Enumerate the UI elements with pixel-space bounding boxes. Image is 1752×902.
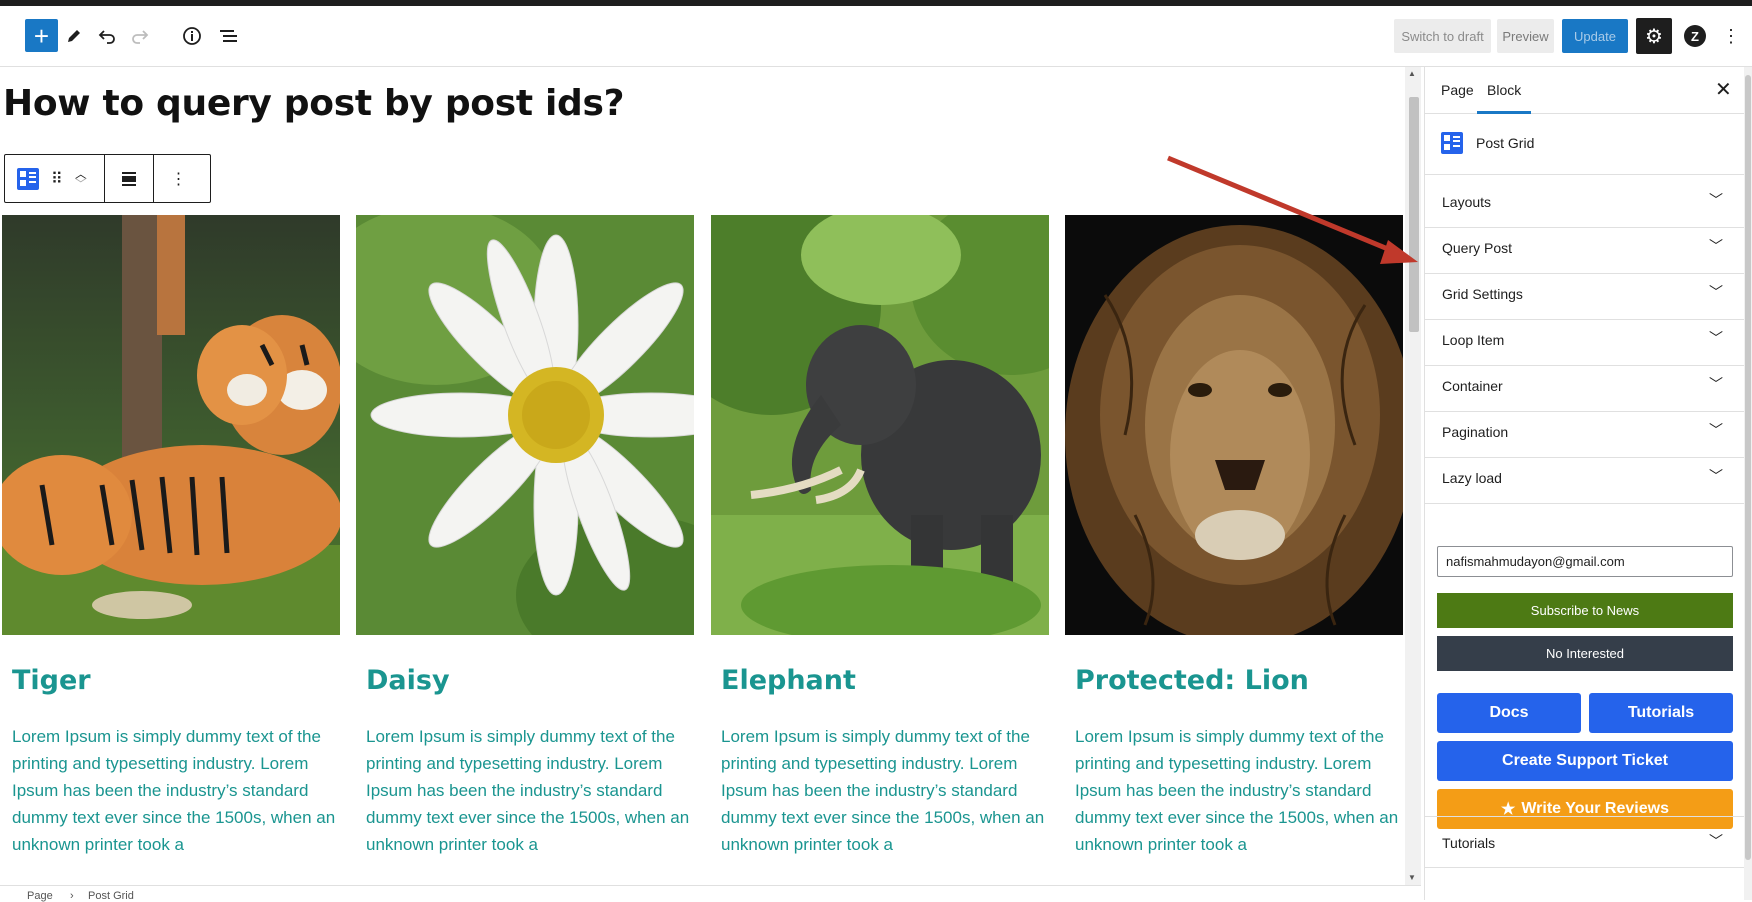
post-grid-icon[interactable] [17,167,39,190]
subscribe-button[interactable]: Subscribe to News [1437,593,1733,628]
block-type-group: ⠿ ︿ ﹀ [5,155,105,202]
card-excerpt: Lorem Ipsum is simply dummy text of the … [1075,727,1399,854]
drag-handle-icon[interactable]: ⠿ [51,169,63,189]
align-icon [122,171,136,186]
preview-button[interactable]: Preview [1497,19,1554,53]
panel-title: Grid Settings [1442,286,1523,302]
breadcrumb-post-grid[interactable]: Post Grid [88,890,134,902]
daisy-image[interactable] [356,215,694,635]
more-vertical-icon: ⋮ [170,170,187,188]
tab-block[interactable]: Block [1476,82,1532,114]
scroll-up-icon[interactable]: ▲ [1408,69,1416,78]
panel-title: Lazy load [1442,470,1502,486]
chevron-down-icon: ﹀ [1709,422,1723,438]
chevron-down-icon: ﹀ [1709,833,1723,849]
align-button[interactable] [105,155,154,202]
grid-item: Daisy Lorem Ipsum is simply dummy text o… [356,215,694,854]
tutorials-button[interactable]: Tutorials [1589,693,1733,733]
chevron-down-icon: ﹀ [1709,330,1723,346]
panel-title: Query Post [1442,240,1513,256]
list-view-icon[interactable] [212,19,246,53]
breadcrumb-page[interactable]: Page [27,890,53,902]
block-options-button[interactable]: ⋮ [154,155,203,202]
tab-page[interactable]: Page [1441,82,1474,98]
card-excerpt: Lorem Ipsum is simply dummy text of the … [12,727,336,854]
panel-lazy-load[interactable]: Lazy load ﹀ [1425,452,1745,504]
card-title[interactable]: Elephant [721,665,856,696]
grid-item: Elephant Lorem Ipsum is simply dummy tex… [711,215,1049,854]
move-controls: ︿ ﹀ [75,168,87,190]
chevron-down-icon: ﹀ [1709,376,1723,392]
panel-title: Container [1442,378,1503,394]
block-card: Post Grid [1425,115,1745,175]
post-title[interactable]: How to query post by post ids? [3,83,625,124]
panel-grid-settings[interactable]: Grid Settings ﹀ [1425,268,1745,320]
more-options-button[interactable]: ⋮ [1718,19,1744,53]
panel-title: Layouts [1442,194,1492,210]
panel-tutorials[interactable]: Tutorials ﹀ [1425,816,1745,868]
gear-icon: ⚙ [1645,25,1663,48]
add-block-button[interactable]: + [25,19,58,52]
panel-pagination[interactable]: Pagination ﹀ [1425,406,1745,458]
scroll-thumb[interactable] [1409,97,1419,332]
settings-button[interactable]: ⚙ [1636,18,1672,54]
switch-to-draft-button[interactable]: Switch to draft [1394,19,1491,53]
editor-toolbar: + Switch to draft Preview Update ⚙ Z ⋮ [0,6,1752,67]
panel-title: Pagination [1442,424,1509,440]
more-vertical-icon: ⋮ [1722,25,1740,46]
grid-item: Protected: Lion Lorem Ipsum is simply du… [1065,215,1403,854]
no-interested-button[interactable]: No Interested [1437,636,1733,671]
panel-title: Tutorials [1442,835,1496,851]
elephant-image[interactable] [711,215,1049,635]
update-button[interactable]: Update [1562,19,1628,53]
undo-icon[interactable] [90,19,124,53]
editor-canvas: How to query post by post ids? ⠿ ︿ ﹀ ⋮ T… [0,67,1405,885]
editor-scrollbar[interactable]: ▲ ▼ [1405,67,1421,885]
settings-sidebar: Page Block ✕ Post Grid Layouts ﹀ Query P… [1424,67,1745,900]
plugin-logo-button[interactable]: Z [1678,19,1712,53]
move-down-icon[interactable]: ﹀ [75,178,87,190]
card-title[interactable]: Protected: Lion [1075,665,1309,696]
chevron-down-icon: ﹀ [1709,192,1723,208]
sidebar-tabs: Page Block ✕ [1425,67,1745,114]
breadcrumb: Page › Post Grid [0,885,1421,902]
panel-loop-item[interactable]: Loop Item ﹀ [1425,314,1745,366]
pencil-icon[interactable] [57,19,91,53]
panel-query-post[interactable]: Query Post ﹀ [1425,222,1745,274]
post-grid-icon [1441,132,1463,154]
block-name: Post Grid [1476,135,1535,151]
scroll-down-icon[interactable]: ▼ [1408,873,1416,882]
sidebar-scrollbar[interactable] [1744,67,1752,900]
email-field[interactable] [1437,546,1733,577]
sidebar-scroll-thumb[interactable] [1745,75,1751,860]
create-support-ticket-button[interactable]: Create Support Ticket [1437,741,1733,781]
panel-title: Loop Item [1442,332,1505,348]
panel-container[interactable]: Container ﹀ [1425,360,1745,412]
info-icon[interactable] [175,19,209,53]
grid-item: Tiger Lorem Ipsum is simply dummy text o… [2,215,340,854]
chevron-down-icon: ﹀ [1709,468,1723,484]
docs-button[interactable]: Docs [1437,693,1581,733]
card-title[interactable]: Daisy [366,665,450,696]
lion-image[interactable] [1065,215,1403,635]
breadcrumb-separator: › [70,890,74,902]
card-excerpt: Lorem Ipsum is simply dummy text of the … [366,727,690,854]
panel-layouts[interactable]: Layouts ﹀ [1425,176,1745,228]
tiger-image[interactable] [2,215,340,635]
card-excerpt: Lorem Ipsum is simply dummy text of the … [721,727,1045,854]
redo-icon[interactable] [123,19,157,53]
block-toolbar: ⠿ ︿ ﹀ ⋮ [4,154,211,203]
card-title[interactable]: Tiger [12,665,91,696]
chevron-down-icon: ﹀ [1709,238,1723,254]
close-icon[interactable]: ✕ [1715,77,1732,102]
z-logo-icon: Z [1684,25,1706,47]
chevron-down-icon: ﹀ [1709,284,1723,300]
